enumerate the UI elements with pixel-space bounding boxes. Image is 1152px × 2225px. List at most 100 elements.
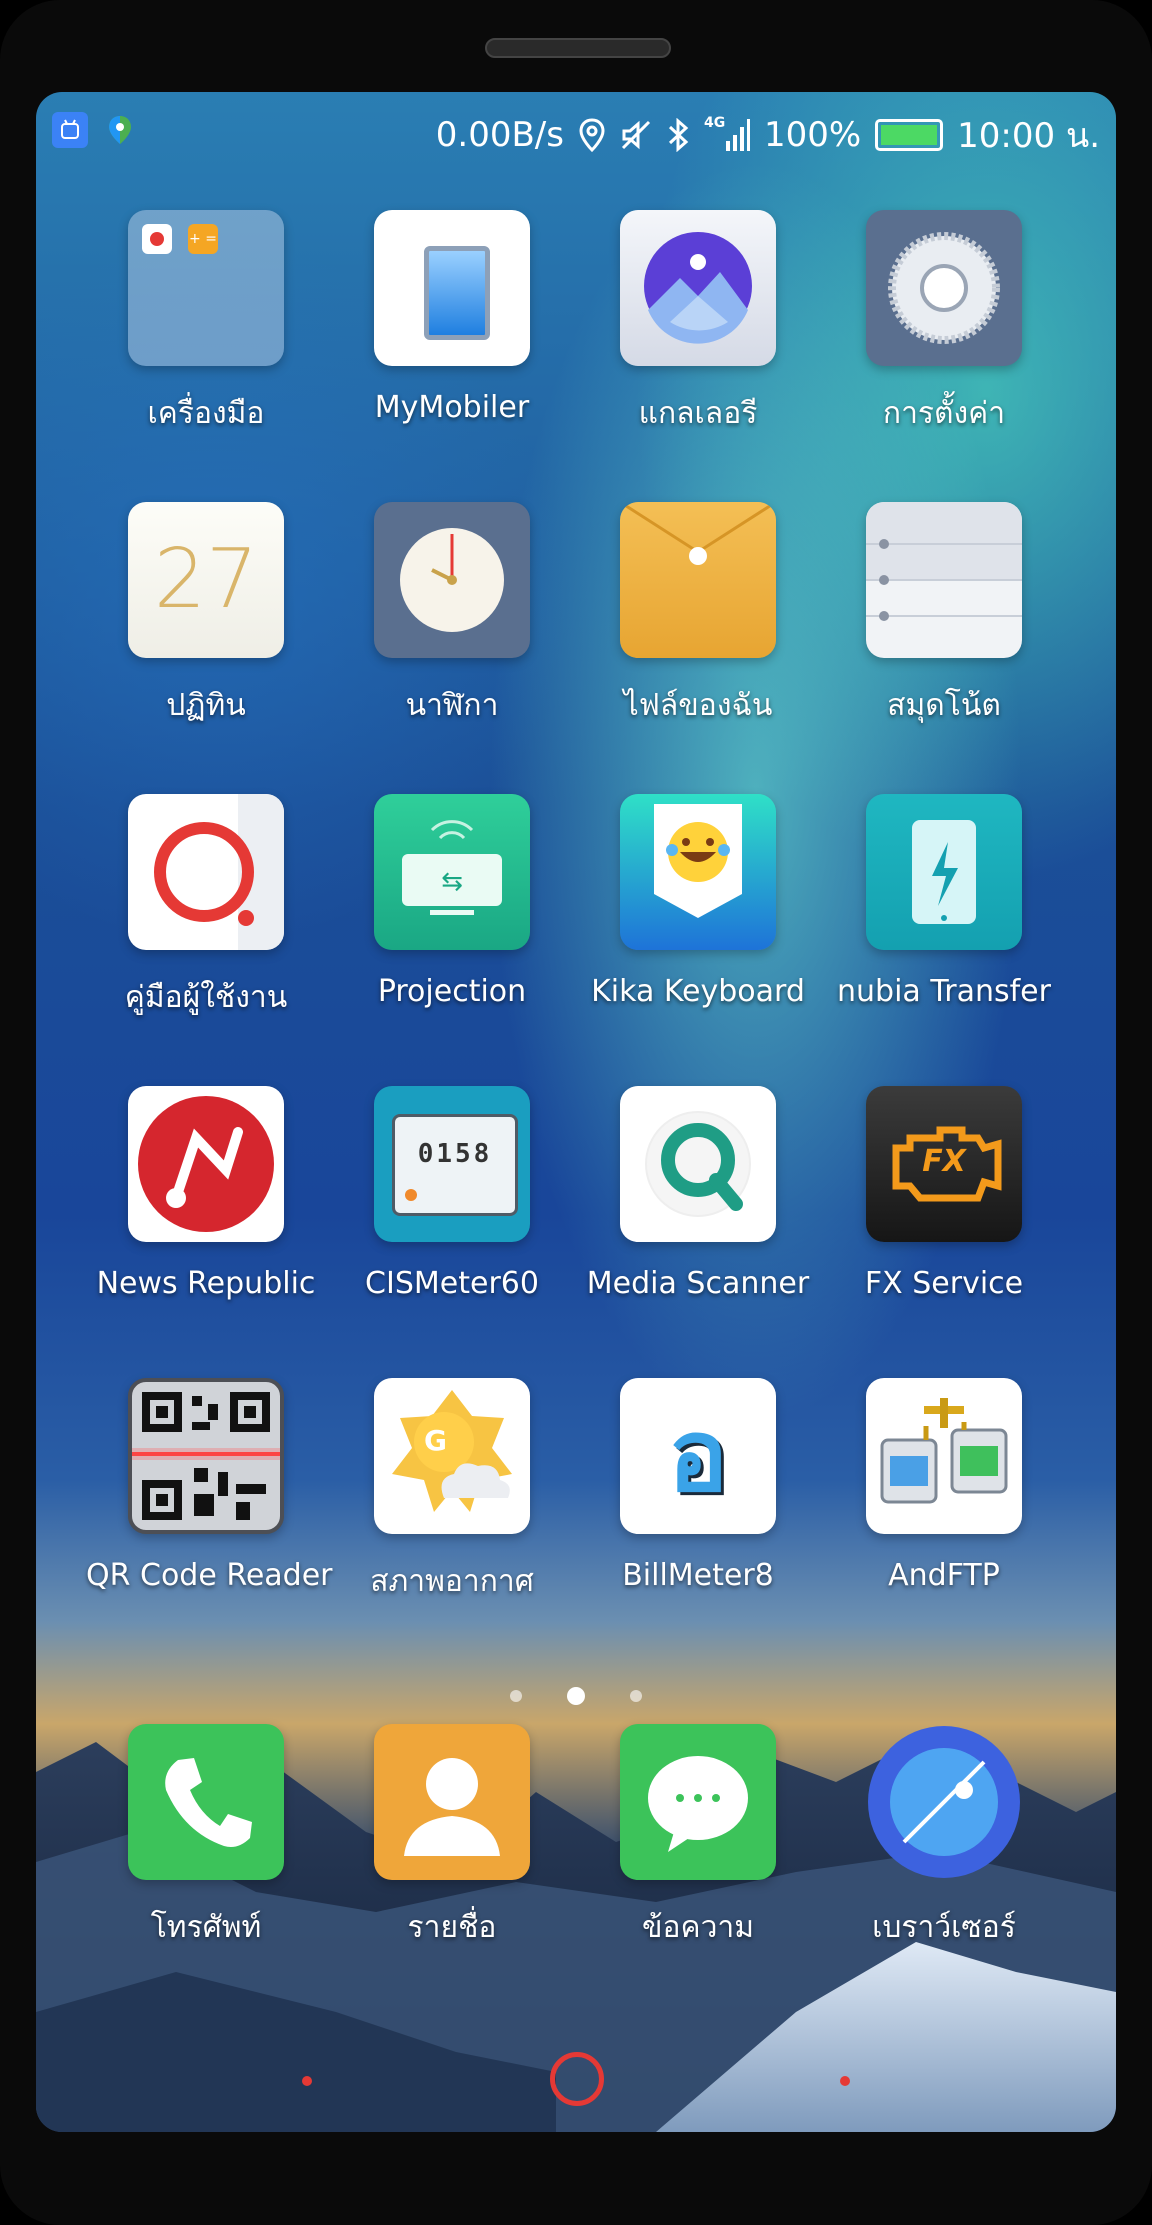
app-label: nubia Transfer [837,974,1051,1009]
files-icon [620,502,776,658]
billmeter-glyph: อ [667,1397,729,1514]
notes-icon [866,502,1022,658]
speaker-grille [485,38,671,58]
app-cismeter[interactable]: 0158 CISMeter60 [332,1086,572,1301]
app-label: News Republic [96,1266,316,1301]
messages-icon [620,1724,776,1880]
home-screen[interactable]: 0.00B/s 4G 100% 10:00 น. + = เครื่องมือ … [36,92,1116,2132]
app-label: BillMeter8 [622,1558,774,1593]
recents-button[interactable] [840,2076,850,2086]
home-button[interactable] [550,2052,604,2106]
app-label: Projection [377,974,527,1009]
app-user-guide[interactable]: คู่มือผู้ใช้งาน [86,794,326,1021]
status-bar: 0.00B/s 4G 100% 10:00 น. [36,92,1116,172]
app-label: ไฟล์ของฉัน [623,688,773,723]
maps-notification-icon [102,112,138,148]
app-billmeter[interactable]: อ BillMeter8 [578,1378,818,1593]
dock-phone[interactable]: โทรศัพท์ [86,1724,326,1951]
qr-code-reader-icon [128,1378,284,1534]
app-label: การตั้งค่า [882,396,1006,431]
app-label: CISMeter60 [365,1266,539,1301]
page-dot-3[interactable] [630,1690,642,1702]
app-label: FX Service [864,1266,1024,1301]
mymobiler-icon [374,210,530,366]
app-label: AndFTP [888,1558,1000,1593]
app-nubia-transfer[interactable]: nubia Transfer [824,794,1064,1009]
phone-frame: 0.00B/s 4G 100% 10:00 น. + = เครื่องมือ … [0,0,1152,2225]
location-icon [579,118,605,152]
app-label: MyMobiler [374,390,530,425]
nubia-transfer-icon [866,794,1022,950]
navigation-bar [36,2032,1116,2132]
app-label: QR Code Reader [86,1558,333,1593]
weather-badge: G [424,1424,447,1457]
signal-indicator: 4G [704,115,750,153]
app-qr-code-reader[interactable]: QR Code Reader [86,1378,333,1593]
app-calendar[interactable]: 27 ปฏิทิน [86,502,326,729]
app-media-scanner[interactable]: Media Scanner [578,1086,818,1301]
network-speed: 0.00B/s [435,115,564,155]
app-label: ข้อความ [641,1910,755,1945]
settings-icon [866,210,1022,366]
app-label: นาฬิกา [405,688,499,723]
page-dot-1[interactable] [510,1690,522,1702]
app-news-republic[interactable]: News Republic [86,1086,326,1301]
andftp-icon [866,1378,1022,1534]
contacts-icon [374,1724,530,1880]
fx-service-icon: FX [866,1086,1022,1242]
app-label: สมุดโน้ต [887,688,1001,723]
app-label: สภาพอากาศ [370,1564,534,1599]
fx-badge: FX [922,1144,966,1179]
browser-icon [866,1724,1022,1880]
clock-time: 10:00 น. [957,116,1100,156]
app-tools-folder[interactable]: + = เครื่องมือ [86,210,326,437]
battery-icon [875,119,944,151]
bluetooth-icon [668,118,689,152]
news-republic-icon [128,1086,284,1242]
phone-icon [128,1724,284,1880]
weather-icon: G [374,1378,530,1534]
app-clock[interactable]: นาฬิกา [332,502,572,729]
dock-browser[interactable]: เบราว์เซอร์ [824,1724,1064,1951]
media-scanner-icon [620,1086,776,1242]
app-notes[interactable]: สมุดโน้ต [824,502,1064,729]
app-label: แกลเลอรี [638,396,758,431]
calendar-date: 27 [153,532,259,627]
app-kika-keyboard[interactable]: Kika Keyboard [578,794,818,1009]
app-weather[interactable]: G สภาพอากาศ [332,1378,572,1605]
app-files[interactable]: ไฟล์ของฉัน [578,502,818,729]
signal-bars-icon [725,119,750,151]
app-fx-service[interactable]: FX FX Service [824,1086,1064,1301]
app-label: Media Scanner [586,1266,810,1301]
kika-keyboard-icon [620,794,776,950]
silent-mode-icon [621,120,651,150]
meter-reading: 0158 [417,1139,493,1169]
dock-messages[interactable]: ข้อความ [578,1724,818,1951]
app-label: ปฏิทิน [166,688,246,723]
app-andftp[interactable]: AndFTP [824,1378,1064,1593]
app-label: เบราว์เซอร์ [872,1910,1016,1945]
billmeter-icon: อ [620,1378,776,1534]
projection-icon: ⇆ [374,794,530,950]
back-button[interactable] [302,2076,312,2086]
app-label: Kika Keyboard [591,974,805,1009]
app-label: เครื่องมือ [147,396,265,431]
tools-folder-icon: + = [128,210,284,366]
android-notification-icon [52,112,88,148]
app-label: คู่มือผู้ใช้งาน [124,980,288,1015]
gallery-icon [620,210,776,366]
cismeter-icon: 0158 [374,1086,530,1242]
dock-contacts[interactable]: รายชื่อ [332,1724,572,1951]
app-gallery[interactable]: แกลเลอรี [578,210,818,437]
app-label: โทรศัพท์ [150,1910,262,1945]
clock-icon [374,502,530,658]
app-settings[interactable]: การตั้งค่า [824,210,1064,437]
battery-percent: 100% [763,115,862,155]
page-dot-2[interactable] [567,1687,585,1705]
user-guide-icon [128,794,284,950]
page-indicator[interactable] [36,1682,1116,1712]
app-projection[interactable]: ⇆ Projection [332,794,572,1009]
app-mymobiler[interactable]: MyMobiler [332,210,572,425]
app-label: รายชื่อ [407,1910,497,1945]
calendar-icon: 27 [128,502,284,658]
